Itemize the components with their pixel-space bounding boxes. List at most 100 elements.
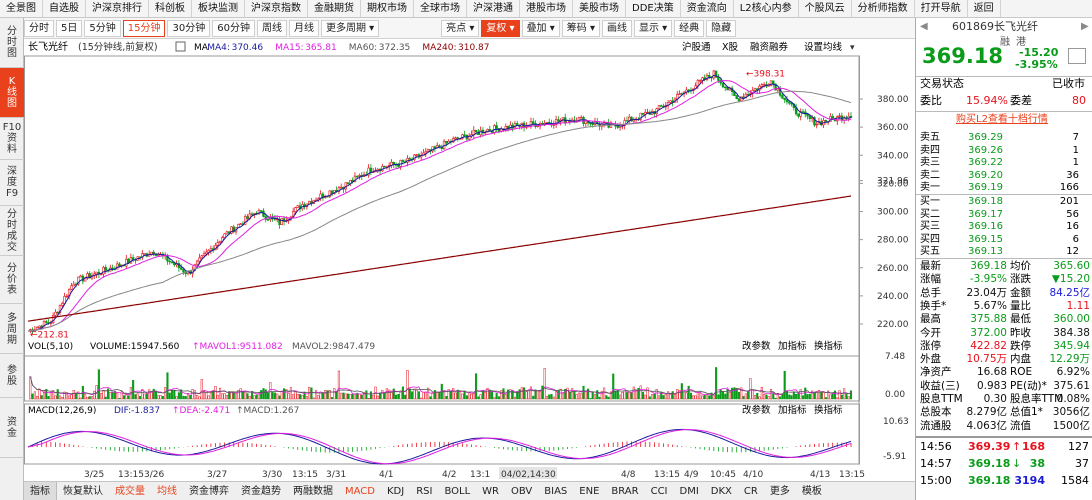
left-tab-7[interactable]: 参股 [0,354,24,398]
tool-4[interactable]: 画线 [601,19,632,37]
candle-body [102,267,105,275]
volume-bar [804,387,807,400]
indicator-tab-7[interactable]: MACD [339,482,381,500]
period-1[interactable]: 5日 [56,19,83,37]
volume-bar [296,393,299,400]
stat-value: 6.92% [1056,366,1090,379]
indicator-tab-18[interactable]: DKX [705,482,738,500]
chart-link-0[interactable]: 沪股通 [682,41,711,53]
chart-link-1[interactable]: X股 [722,42,739,53]
indicator-tab-15[interactable]: BRAR [605,482,644,500]
left-tab-1[interactable]: K线图 [0,68,24,118]
tool-2[interactable]: 叠加 ▾ [521,19,560,37]
volume-bar [783,370,786,400]
chart-link-3[interactable]: 设置均线 [804,41,843,53]
indicator-tab-19[interactable]: CR [738,482,764,500]
menu-item-17[interactable]: 打开导航 [915,0,968,17]
indicator-tab-21[interactable]: 模板 [796,482,828,500]
zoom-icon[interactable] [1068,48,1086,64]
period-7[interactable]: 月线 [288,19,319,37]
left-tab-8[interactable]: 资金 [0,398,24,458]
kline-chart[interactable]: 长飞光纤 (15分钟线,前复权) MA MA4: 370.46 MA15: 365.81 MA… [24,39,915,481]
volume-bar [843,388,846,400]
indicator-tab-12[interactable]: OBV [505,482,538,500]
tool-1[interactable]: 复权 ▾ [481,19,520,37]
menu-item-10[interactable]: 港股市场 [520,0,573,17]
left-tab-0[interactable]: 分时图 [0,18,24,68]
left-tab-5[interactable]: 分价表 [0,256,24,304]
tool-5[interactable]: 显示 ▾ [633,19,673,37]
macd-tool-1[interactable]: 加指标 [778,404,807,416]
indicator-tab-10[interactable]: BOLL [438,482,476,500]
tick-volume: 168 [1022,440,1045,453]
volume-bar [495,393,498,400]
macd-tool-0[interactable]: 改参数 [742,404,771,416]
left-tab-2[interactable]: F10 资料 [0,118,24,160]
tool-0[interactable]: 亮点 ▾ [441,19,480,37]
indicator-tab-5[interactable]: 资金趋势 [235,482,287,500]
menu-item-2[interactable]: 沪深京排行 [86,0,149,17]
vol-tool-1[interactable]: 加指标 [778,340,807,352]
candle-body [355,175,359,178]
indicator-tab-2[interactable]: 成交量 [109,482,151,500]
indicator-tab-13[interactable]: BIAS [538,482,573,500]
volume-bar [33,391,36,400]
menu-item-11[interactable]: 美股市场 [573,0,626,17]
menu-item-0[interactable]: 全景图 [0,0,43,17]
vol-tool-2[interactable]: 换指标 [814,340,843,352]
candle-body [296,205,299,208]
indicator-tab-3[interactable]: 均线 [151,482,183,500]
indicator-tab-6[interactable]: 两融数据 [287,482,339,500]
chart-link-2[interactable]: 融资融券 [750,41,789,53]
menu-item-16[interactable]: 分析师指数 [852,0,915,17]
menu-item-3[interactable]: 科创板 [149,0,192,17]
chevron-down-icon[interactable]: ▾ [850,43,855,53]
indicator-tab-4[interactable]: 资金博弈 [183,482,235,500]
menu-item-9[interactable]: 沪深港通 [467,0,520,17]
indicator-tab-16[interactable]: CCI [645,482,674,500]
indicator-tab-0[interactable]: 指标 [24,482,57,500]
menu-item-15[interactable]: 个股风云 [799,0,852,17]
tool-3[interactable]: 筹码 ▾ [561,19,600,37]
left-tab-3[interactable]: 深度 F9 [0,160,24,206]
volume-bar [635,390,638,400]
period-8[interactable]: 更多周期 ▾ [320,19,380,37]
tool-6[interactable]: 经典 [674,19,705,37]
candle-body [369,167,373,173]
menu-item-18[interactable]: 返回 [968,0,1001,17]
volume-bar [685,392,688,400]
period-2[interactable]: 5分钟 [84,19,121,37]
indicator-tab-1[interactable]: 恢复默认 [57,482,109,500]
menu-item-5[interactable]: 沪深京指数 [245,0,308,17]
volume-bar [696,392,699,400]
menu-item-6[interactable]: 金融期货 [308,0,361,17]
menu-item-12[interactable]: DDE决策 [626,0,681,17]
menu-item-13[interactable]: 资金流向 [681,0,734,17]
left-tab-4[interactable]: 分时成交 [0,206,24,256]
menu-item-1[interactable]: 自选股 [43,0,86,17]
period-3[interactable]: 15分钟 [122,19,166,37]
period-4[interactable]: 30分钟 [167,19,211,37]
vol-tool-0[interactable]: 改参数 [742,340,771,352]
period-6[interactable]: 周线 [256,19,287,37]
indicator-tab-17[interactable]: DMI [674,482,705,500]
left-tab-6[interactable]: 多周期 [0,306,24,354]
period-5[interactable]: 60分钟 [212,19,255,37]
indicator-tab-8[interactable]: KDJ [381,482,410,500]
tick-count: 127 [1068,440,1089,453]
indicator-tab-9[interactable]: RSI [410,482,438,500]
menu-item-8[interactable]: 全球市场 [414,0,467,17]
menu-item-4[interactable]: 板块监测 [192,0,245,17]
menu-item-7[interactable]: 期权市场 [361,0,414,17]
nav-left-icon[interactable]: ◀ [920,20,928,33]
indicator-tab-20[interactable]: 更多 [764,482,796,500]
volume-bar [54,395,57,400]
period-0[interactable]: 分时 [24,19,54,37]
macd-tool-2[interactable]: 换指标 [814,404,843,416]
nav-right-icon[interactable]: ▶ [1081,20,1089,33]
menu-item-14[interactable]: L2核心内参 [734,0,799,17]
l2-link[interactable]: 购买L2查看十档行情 [956,112,1048,127]
indicator-tab-14[interactable]: ENE [573,482,605,500]
tool-7[interactable]: 隐藏 [706,19,737,37]
indicator-tab-11[interactable]: WR [476,482,505,500]
